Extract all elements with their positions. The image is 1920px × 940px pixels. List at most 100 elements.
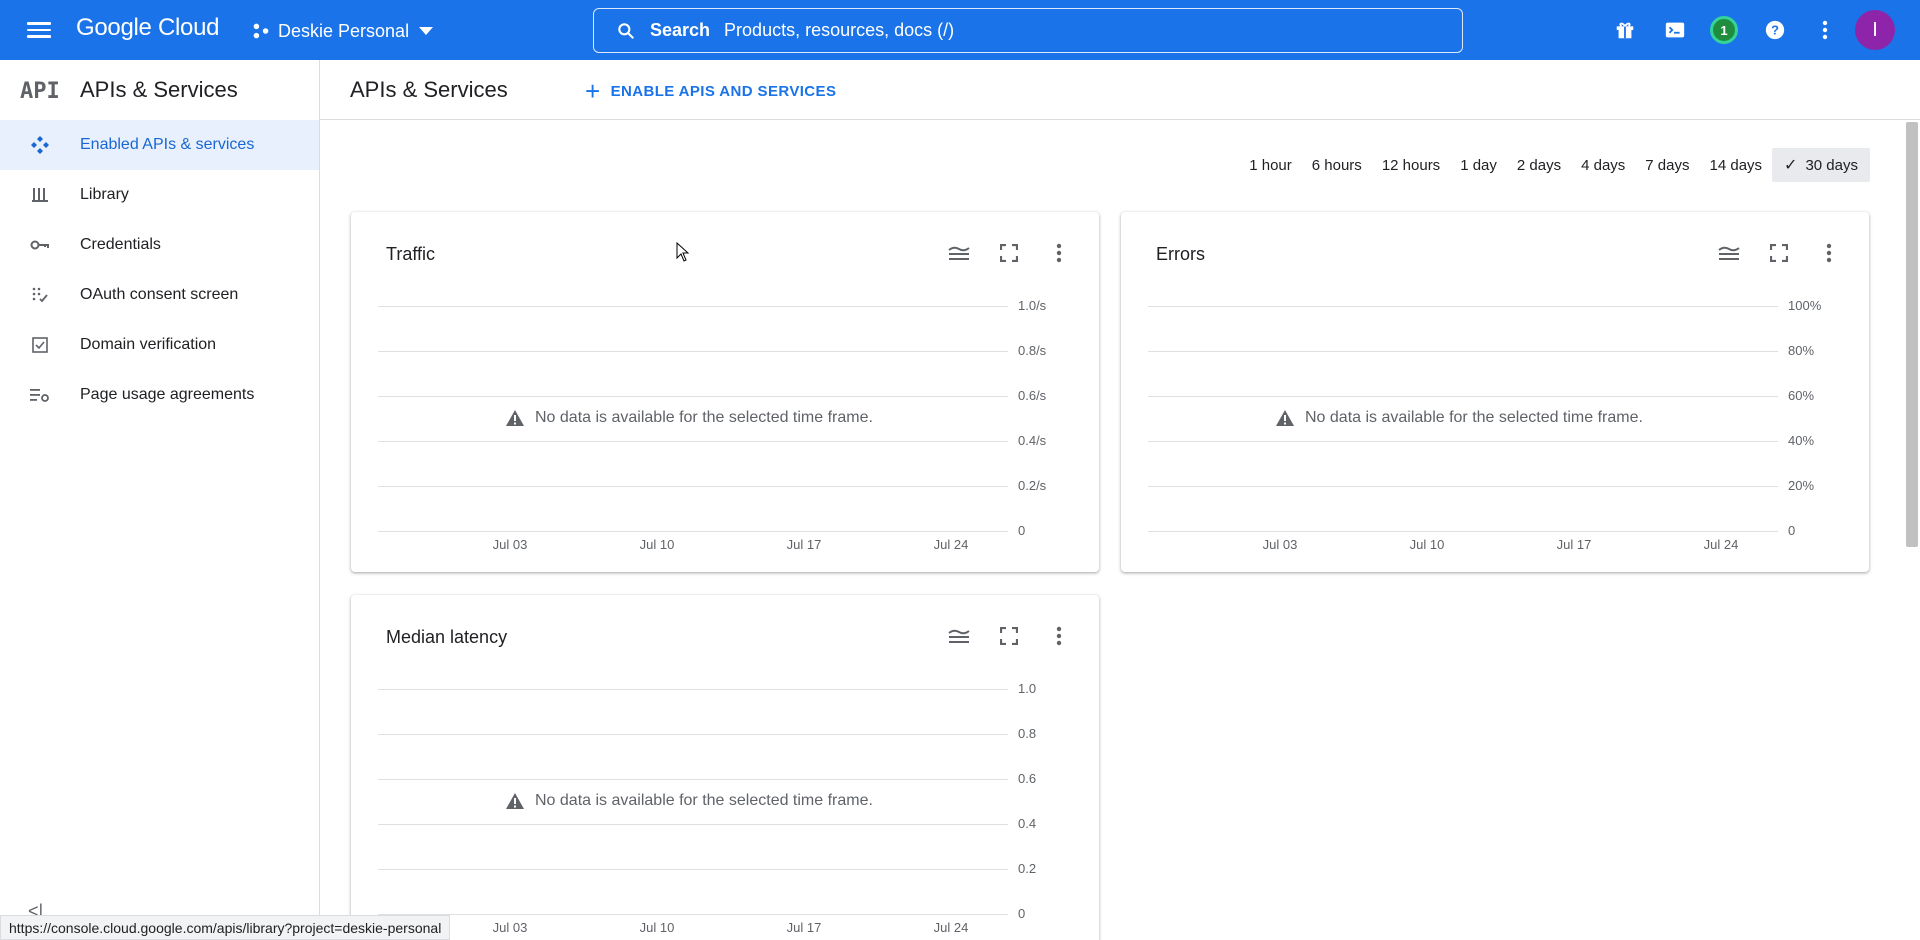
time-range-1-day[interactable]: 1 day — [1450, 148, 1507, 182]
fullscreen-icon[interactable] — [994, 238, 1024, 268]
notification-badge[interactable]: 1 — [1710, 16, 1738, 44]
y-tick-label: 0 — [1788, 523, 1796, 538]
time-range-7-days[interactable]: 7 days — [1635, 148, 1699, 182]
enabled-apis-icon — [30, 135, 50, 155]
x-tick-label: Jul 03 — [492, 920, 528, 935]
no-data-text: No data is available for the selected ti… — [1305, 408, 1643, 426]
y-tick-label: 1.0/s — [1018, 298, 1047, 313]
time-range-12-hours[interactable]: 12 hours — [1372, 148, 1450, 182]
search-placeholder: Products, resources, docs (/) — [724, 20, 955, 40]
x-tick-label: Jul 17 — [786, 537, 822, 552]
no-data-message: No data is available for the selected ti… — [505, 792, 873, 810]
sidebar-header: API APIs & Services — [0, 60, 319, 120]
library-icon — [30, 185, 50, 205]
gridline — [378, 689, 1008, 690]
sidebar-item-domain-verification[interactable]: Domain verification — [0, 320, 319, 370]
gridline — [1148, 396, 1778, 397]
more-vert-icon[interactable] — [1044, 238, 1074, 268]
gridline — [378, 396, 1008, 397]
time-range-4-days[interactable]: 4 days — [1571, 148, 1635, 182]
y-tick-label: 0.2 — [1018, 861, 1037, 876]
x-tick-label: Jul 24 — [933, 537, 969, 552]
chart-title: Errors — [1156, 244, 1205, 264]
project-icon — [253, 23, 269, 39]
y-tick-label: 100% — [1788, 298, 1822, 313]
sidebar-item-oauth-consent[interactable]: OAuth consent screen — [0, 270, 319, 320]
y-tick-label: 1.0 — [1018, 681, 1037, 696]
sidebar-item-label: OAuth consent screen — [80, 286, 239, 303]
fullscreen-icon[interactable] — [1764, 238, 1794, 268]
gridline — [1148, 486, 1778, 487]
gridline — [378, 306, 1008, 307]
time-range-1-hour[interactable]: 1 hour — [1239, 148, 1302, 182]
x-tick-label: Jul 17 — [786, 920, 822, 935]
gridline — [378, 824, 1008, 825]
time-range-selected-label: 30 days — [1805, 156, 1858, 174]
sidebar-item-page-usage-agreements[interactable]: Page usage agreements — [0, 370, 319, 420]
page-title: APIs & Services — [350, 76, 508, 102]
y-tick-label: 20% — [1788, 478, 1815, 493]
sidebar: API APIs & Services Enabled APIs & servi… — [0, 60, 320, 940]
top-app-bar: Google Cloud Deskie Personal Search Prod… — [0, 0, 1920, 60]
project-name: Deskie Personal — [278, 20, 410, 41]
svg-text:?: ? — [1771, 23, 1779, 38]
y-tick-label: 0.8 — [1018, 726, 1037, 741]
legend-toggle-icon[interactable] — [1714, 238, 1744, 268]
time-range-14-days[interactable]: 14 days — [1700, 148, 1773, 182]
enable-apis-button[interactable]: + ENABLE APIS AND SERVICES — [585, 76, 836, 106]
main-menu-button[interactable] — [24, 18, 54, 42]
enable-apis-label: ENABLE APIS AND SERVICES — [610, 82, 837, 100]
sidebar-item-library[interactable]: Library — [0, 170, 319, 220]
more-vert-icon[interactable] — [1044, 621, 1074, 651]
x-tick-label: Jul 10 — [1409, 537, 1445, 552]
cloud-shell-icon[interactable] — [1660, 15, 1690, 45]
vertical-scrollbar[interactable] — [1906, 122, 1918, 547]
chart-actions — [924, 238, 1074, 268]
sidebar-item-label: Enabled APIs & services — [80, 136, 255, 153]
gift-icon[interactable] — [1610, 15, 1640, 45]
mouse-cursor-icon — [676, 242, 690, 262]
more-vert-icon[interactable] — [1810, 15, 1840, 45]
no-data-message: No data is available for the selected ti… — [1275, 409, 1643, 427]
no-data-text: No data is available for the selected ti… — [535, 791, 873, 809]
y-tick-label: 80% — [1788, 343, 1815, 358]
gridline — [378, 779, 1008, 780]
gridline — [1148, 351, 1778, 352]
chart-actions — [924, 621, 1074, 651]
main-header: APIs & Services + ENABLE APIS AND SERVIC… — [320, 60, 1920, 120]
y-tick-label: 0.6 — [1018, 771, 1037, 786]
gridline — [378, 734, 1008, 735]
time-range-selector: 1 hour 6 hours 12 hours 1 day 2 days 4 d… — [1239, 148, 1870, 182]
gridline — [378, 914, 1008, 915]
warning-icon — [506, 409, 524, 426]
median-latency-chart-card: Median latency 1.0 0.8 0.6 0.4 0.2 0 Jul 03 Jul… — [351, 595, 1099, 940]
avatar[interactable]: I — [1855, 10, 1895, 50]
x-tick-label: Jul 03 — [1262, 537, 1298, 552]
time-range-6-hours[interactable]: 6 hours — [1302, 148, 1372, 182]
time-range-30-days[interactable]: ✓ 30 days — [1772, 148, 1870, 182]
legend-toggle-icon[interactable] — [944, 238, 974, 268]
chart-plot-area: 1.0/s 0.8/s 0.6/s 0.4/s 0.2/s 0 Jul 03 Jul 10 Ju… — [378, 294, 1078, 552]
oauth-icon — [30, 285, 50, 305]
project-picker[interactable]: Deskie Personal — [250, 16, 434, 46]
search-input[interactable]: Search Products, resources, docs (/) — [593, 8, 1463, 53]
chart-actions — [1694, 238, 1844, 268]
legend-toggle-icon[interactable] — [944, 621, 974, 651]
time-range-2-days[interactable]: 2 days — [1507, 148, 1571, 182]
fullscreen-icon[interactable] — [994, 621, 1024, 651]
warning-icon — [1276, 409, 1294, 426]
gridline — [1148, 306, 1778, 307]
traffic-chart-card: Traffic 1.0/s 0.8/s 0.6/s 0.4/s 0.2/s 0 Jul 03… — [351, 212, 1099, 572]
sidebar-item-enabled-apis[interactable]: Enabled APIs & services — [0, 120, 319, 170]
help-icon[interactable]: ? — [1760, 15, 1790, 45]
google-cloud-logo[interactable]: Google Cloud — [76, 14, 219, 42]
y-tick-label: 0.4/s — [1018, 433, 1047, 448]
plus-icon: + — [585, 76, 601, 106]
search-label: Search — [650, 20, 711, 40]
sidebar-title: APIs & Services — [80, 77, 238, 102]
sidebar-item-credentials[interactable]: Credentials — [0, 220, 319, 270]
more-vert-icon[interactable] — [1814, 238, 1844, 268]
x-tick-label: Jul 10 — [639, 537, 675, 552]
sidebar-item-label: Credentials — [80, 236, 161, 253]
chart-title: Traffic — [386, 244, 436, 264]
